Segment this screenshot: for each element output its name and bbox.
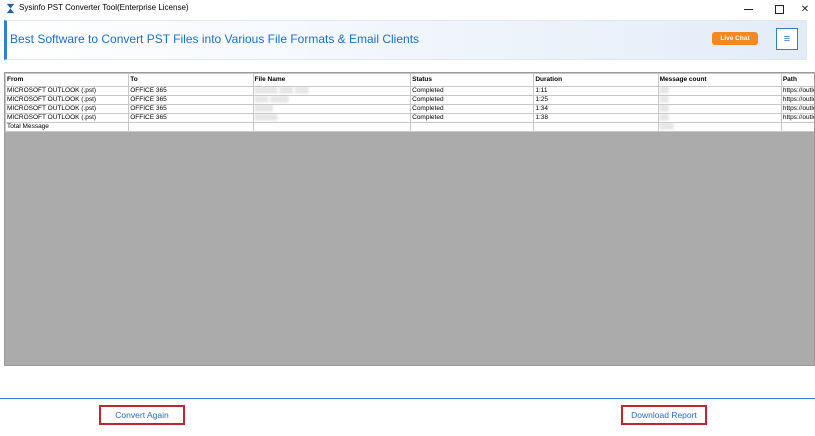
cell-path: https://outlook.office365.com — [780, 95, 814, 105]
column-header[interactable]: Path — [780, 73, 814, 87]
cell-duration: 1:38 — [533, 113, 659, 123]
redacted-text: ▒▒ — [659, 87, 669, 95]
table-row[interactable]: MICROSOFT OUTLOOK (.pst) OFFICE 365 ▒▒▒▒… — [5, 86, 814, 96]
window-title: Sysinfo PST Converter Tool(Enterprise Li… — [19, 3, 189, 12]
redacted-text: ▒▒▒▒▒ ▒▒▒ ▒▒▒ — [254, 87, 309, 95]
hamburger-menu-icon: ≡ — [783, 33, 791, 45]
cell-from: MICROSOFT OUTLOOK (.pst) — [5, 86, 130, 96]
empty-cell — [533, 122, 659, 132]
cell-message-count: ▒▒ — [657, 86, 782, 96]
redacted-text: ▒▒▒ ▒▒▒▒ — [254, 96, 289, 104]
close-button[interactable]: ✕ — [788, 0, 815, 18]
table-row[interactable]: MICROSOFT OUTLOOK (.pst) OFFICE 365 ▒▒▒▒… — [5, 113, 814, 123]
column-header[interactable]: Message count — [657, 73, 782, 87]
column-header[interactable]: File Name — [252, 73, 412, 87]
redacted-text: ▒▒ — [659, 105, 669, 113]
footer-divider — [0, 398, 815, 399]
cell-file-name: ▒▒▒ ▒▒▒▒ — [252, 95, 412, 105]
cell-duration: 1:34 — [533, 104, 659, 114]
cell-to: OFFICE 365 — [128, 113, 254, 123]
cell-path: https://outlook.office365.com — [780, 104, 814, 114]
empty-cell — [128, 122, 254, 132]
cell-to: OFFICE 365 — [128, 86, 254, 96]
total-row[interactable]: Total Message ▒▒▒ — [5, 122, 814, 132]
empty-cell — [252, 122, 412, 132]
table-row[interactable]: MICROSOFT OUTLOOK (.pst) OFFICE 365 ▒▒▒ … — [5, 95, 814, 105]
cell-status: Completed — [410, 113, 535, 123]
cell-file-name: ▒▒▒▒▒ ▒▒▒ ▒▒▒ — [252, 86, 412, 96]
cell-status: Completed — [410, 95, 535, 105]
close-icon: ✕ — [800, 3, 810, 15]
cell-duration: 1:11 — [533, 86, 659, 96]
column-header[interactable]: From — [5, 73, 130, 87]
cell-from: MICROSOFT OUTLOOK (.pst) — [5, 95, 130, 105]
cell-path: https://outlook.office365.com — [780, 86, 814, 96]
cell-file-name: ▒▒▒▒▒ — [252, 113, 412, 123]
report-table: From To File Name Status Duration Messag… — [5, 73, 814, 132]
maximize-icon — [774, 4, 784, 14]
total-label: Total Message — [5, 122, 130, 132]
column-header[interactable]: Duration — [533, 73, 659, 87]
redacted-text: ▒▒ — [659, 114, 669, 122]
cell-status: Completed — [410, 86, 535, 96]
table-row[interactable]: MICROSOFT OUTLOOK (.pst) OFFICE 365 ▒▒▒▒… — [5, 104, 814, 114]
cell-status: Completed — [410, 104, 535, 114]
table-header-row: From To File Name Status Duration Messag… — [5, 73, 814, 87]
total-count: ▒▒▒ — [657, 122, 782, 132]
redacted-text: ▒▒▒▒▒ — [254, 114, 278, 122]
convert-again-button[interactable]: Convert Again — [99, 405, 185, 425]
minimize-icon — [743, 8, 753, 10]
empty-cell — [780, 122, 814, 132]
minimize-button[interactable] — [731, 0, 765, 18]
live-chat-button[interactable]: Live Chat — [712, 32, 758, 45]
column-header[interactable]: To — [128, 73, 254, 87]
cell-path: https://outlook.office365.com — [780, 113, 814, 123]
cell-to: OFFICE 365 — [128, 104, 254, 114]
cell-duration: 1:25 — [533, 95, 659, 105]
cell-message-count: ▒▒ — [657, 95, 782, 105]
cell-to: OFFICE 365 — [128, 95, 254, 105]
cell-from: MICROSOFT OUTLOOK (.pst) — [5, 113, 130, 123]
column-header[interactable]: Status — [410, 73, 535, 87]
menu-button[interactable]: ≡ — [776, 28, 798, 50]
cell-message-count: ▒▒ — [657, 113, 782, 123]
report-grid[interactable]: From To File Name Status Duration Messag… — [4, 72, 815, 366]
cell-message-count: ▒▒ — [657, 104, 782, 114]
page-title: Best Software to Convert PST Files into … — [10, 32, 420, 46]
header-banner: Best Software to Convert PST Files into … — [4, 20, 807, 60]
download-report-button[interactable]: Download Report — [621, 405, 707, 425]
cell-file-name: ▒▒▒▒ — [252, 104, 412, 114]
redacted-text: ▒▒ — [659, 96, 669, 104]
cell-from: MICROSOFT OUTLOOK (.pst) — [5, 104, 130, 114]
redacted-text: ▒▒▒ — [659, 123, 674, 131]
empty-cell — [410, 122, 535, 132]
app-logo-icon — [6, 3, 15, 14]
title-bar: Sysinfo PST Converter Tool(Enterprise Li… — [0, 0, 815, 18]
redacted-text: ▒▒▒▒ — [254, 105, 273, 113]
